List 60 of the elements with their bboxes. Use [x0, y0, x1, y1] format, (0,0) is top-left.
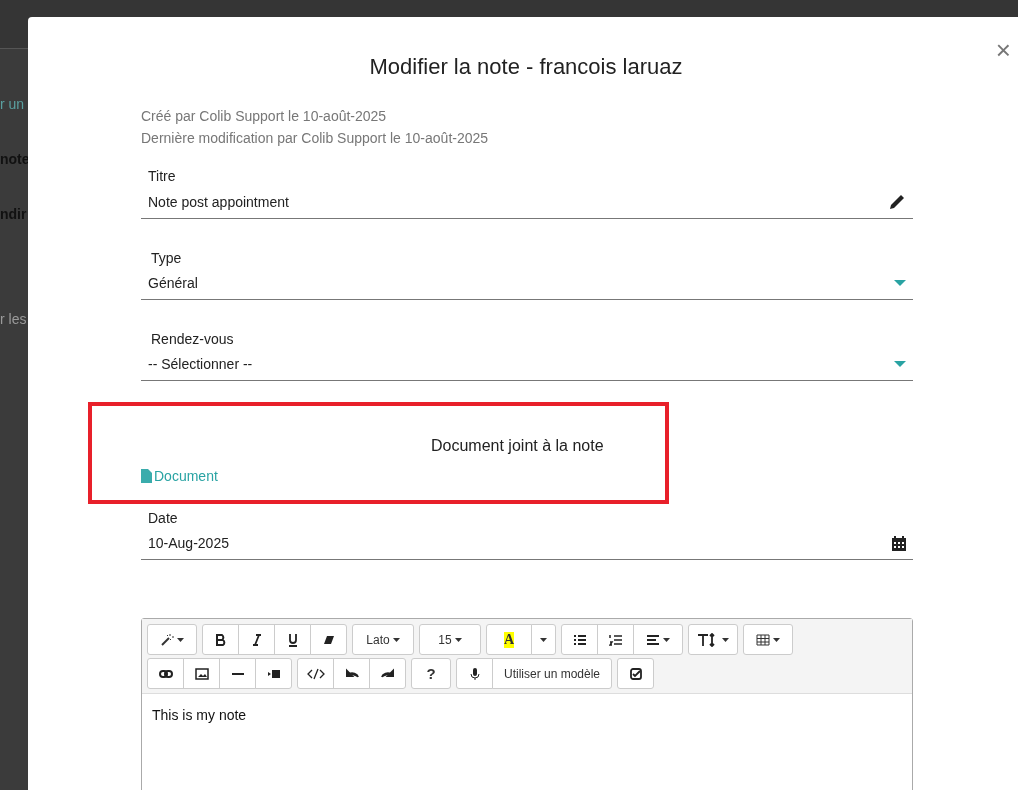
caret-icon — [722, 637, 729, 642]
caret-icon — [663, 637, 670, 642]
align-button[interactable] — [633, 624, 683, 655]
code-icon — [306, 666, 325, 681]
magic-wand-icon — [160, 632, 174, 647]
pencil-icon — [889, 193, 906, 210]
caret-icon — [540, 637, 547, 642]
underline-button[interactable] — [274, 624, 311, 655]
microphone-icon — [467, 666, 482, 681]
check-button[interactable] — [617, 658, 654, 689]
numbered-list-icon — [608, 632, 623, 647]
close-button[interactable]: × — [995, 35, 1011, 66]
table-button[interactable] — [743, 624, 793, 655]
caret-icon — [392, 637, 400, 642]
eraser-button[interactable] — [310, 624, 347, 655]
date-field[interactable]: Date 10-Aug-2025 — [141, 510, 913, 560]
ol-button[interactable] — [597, 624, 634, 655]
mic-button[interactable] — [456, 658, 493, 689]
ul-button[interactable] — [561, 624, 598, 655]
dropdown-caret-icon — [894, 361, 906, 367]
caret-icon — [177, 637, 184, 642]
redo-button[interactable] — [369, 658, 406, 689]
checkbox-icon — [628, 666, 643, 681]
color-swatch: A — [503, 631, 515, 648]
meta-text: Créé par Colib Support le 10-août-2025 — [141, 107, 388, 126]
input-field[interactable]: Titre Note post appointment — [141, 168, 913, 219]
horizontal-rule-icon — [231, 672, 244, 675]
dropdown-caret-icon — [894, 280, 906, 286]
dropdown-button[interactable]: Lato — [352, 624, 414, 655]
calendar-icon — [892, 535, 906, 551]
background-text: r les — [0, 311, 28, 329]
italic-button[interactable] — [238, 624, 275, 655]
text-color-button[interactable]: A — [486, 624, 532, 655]
bold-icon — [213, 632, 228, 647]
code-button[interactable] — [297, 658, 334, 689]
height-button[interactable] — [688, 624, 738, 655]
pdf-file-icon — [141, 469, 152, 483]
caret-icon — [454, 637, 462, 642]
bold-button[interactable] — [202, 624, 239, 655]
dropdown-button[interactable]: 15 — [419, 624, 481, 655]
attachment-heading: Document joint à la note — [431, 437, 605, 455]
meta-text: Dernière modification par Colib Support le 10-août-2025 — [141, 129, 490, 148]
template-button[interactable]: Utiliser un modèle — [492, 658, 612, 689]
select-field[interactable]: Type Général — [141, 250, 913, 300]
select-field[interactable]: Rendez-vous -- Sélectionner -- — [141, 331, 913, 381]
caret-icon — [773, 637, 780, 642]
image-icon — [194, 666, 209, 681]
hr-button[interactable] — [219, 658, 256, 689]
undo-button[interactable] — [333, 658, 370, 689]
help-button[interactable]: ? — [411, 658, 451, 689]
editor-text[interactable]: This is my note — [142, 694, 912, 736]
align-left-icon — [646, 632, 660, 647]
video-button[interactable] — [255, 658, 292, 689]
dialog-title: Modifier la note - francois laruaz — [368, 54, 684, 80]
magic-button[interactable] — [147, 624, 197, 655]
image-button[interactable] — [183, 658, 220, 689]
bullet-list-icon — [572, 632, 587, 647]
table-icon — [756, 632, 770, 647]
background-text: r un — [0, 96, 26, 114]
link-button[interactable] — [147, 658, 184, 689]
